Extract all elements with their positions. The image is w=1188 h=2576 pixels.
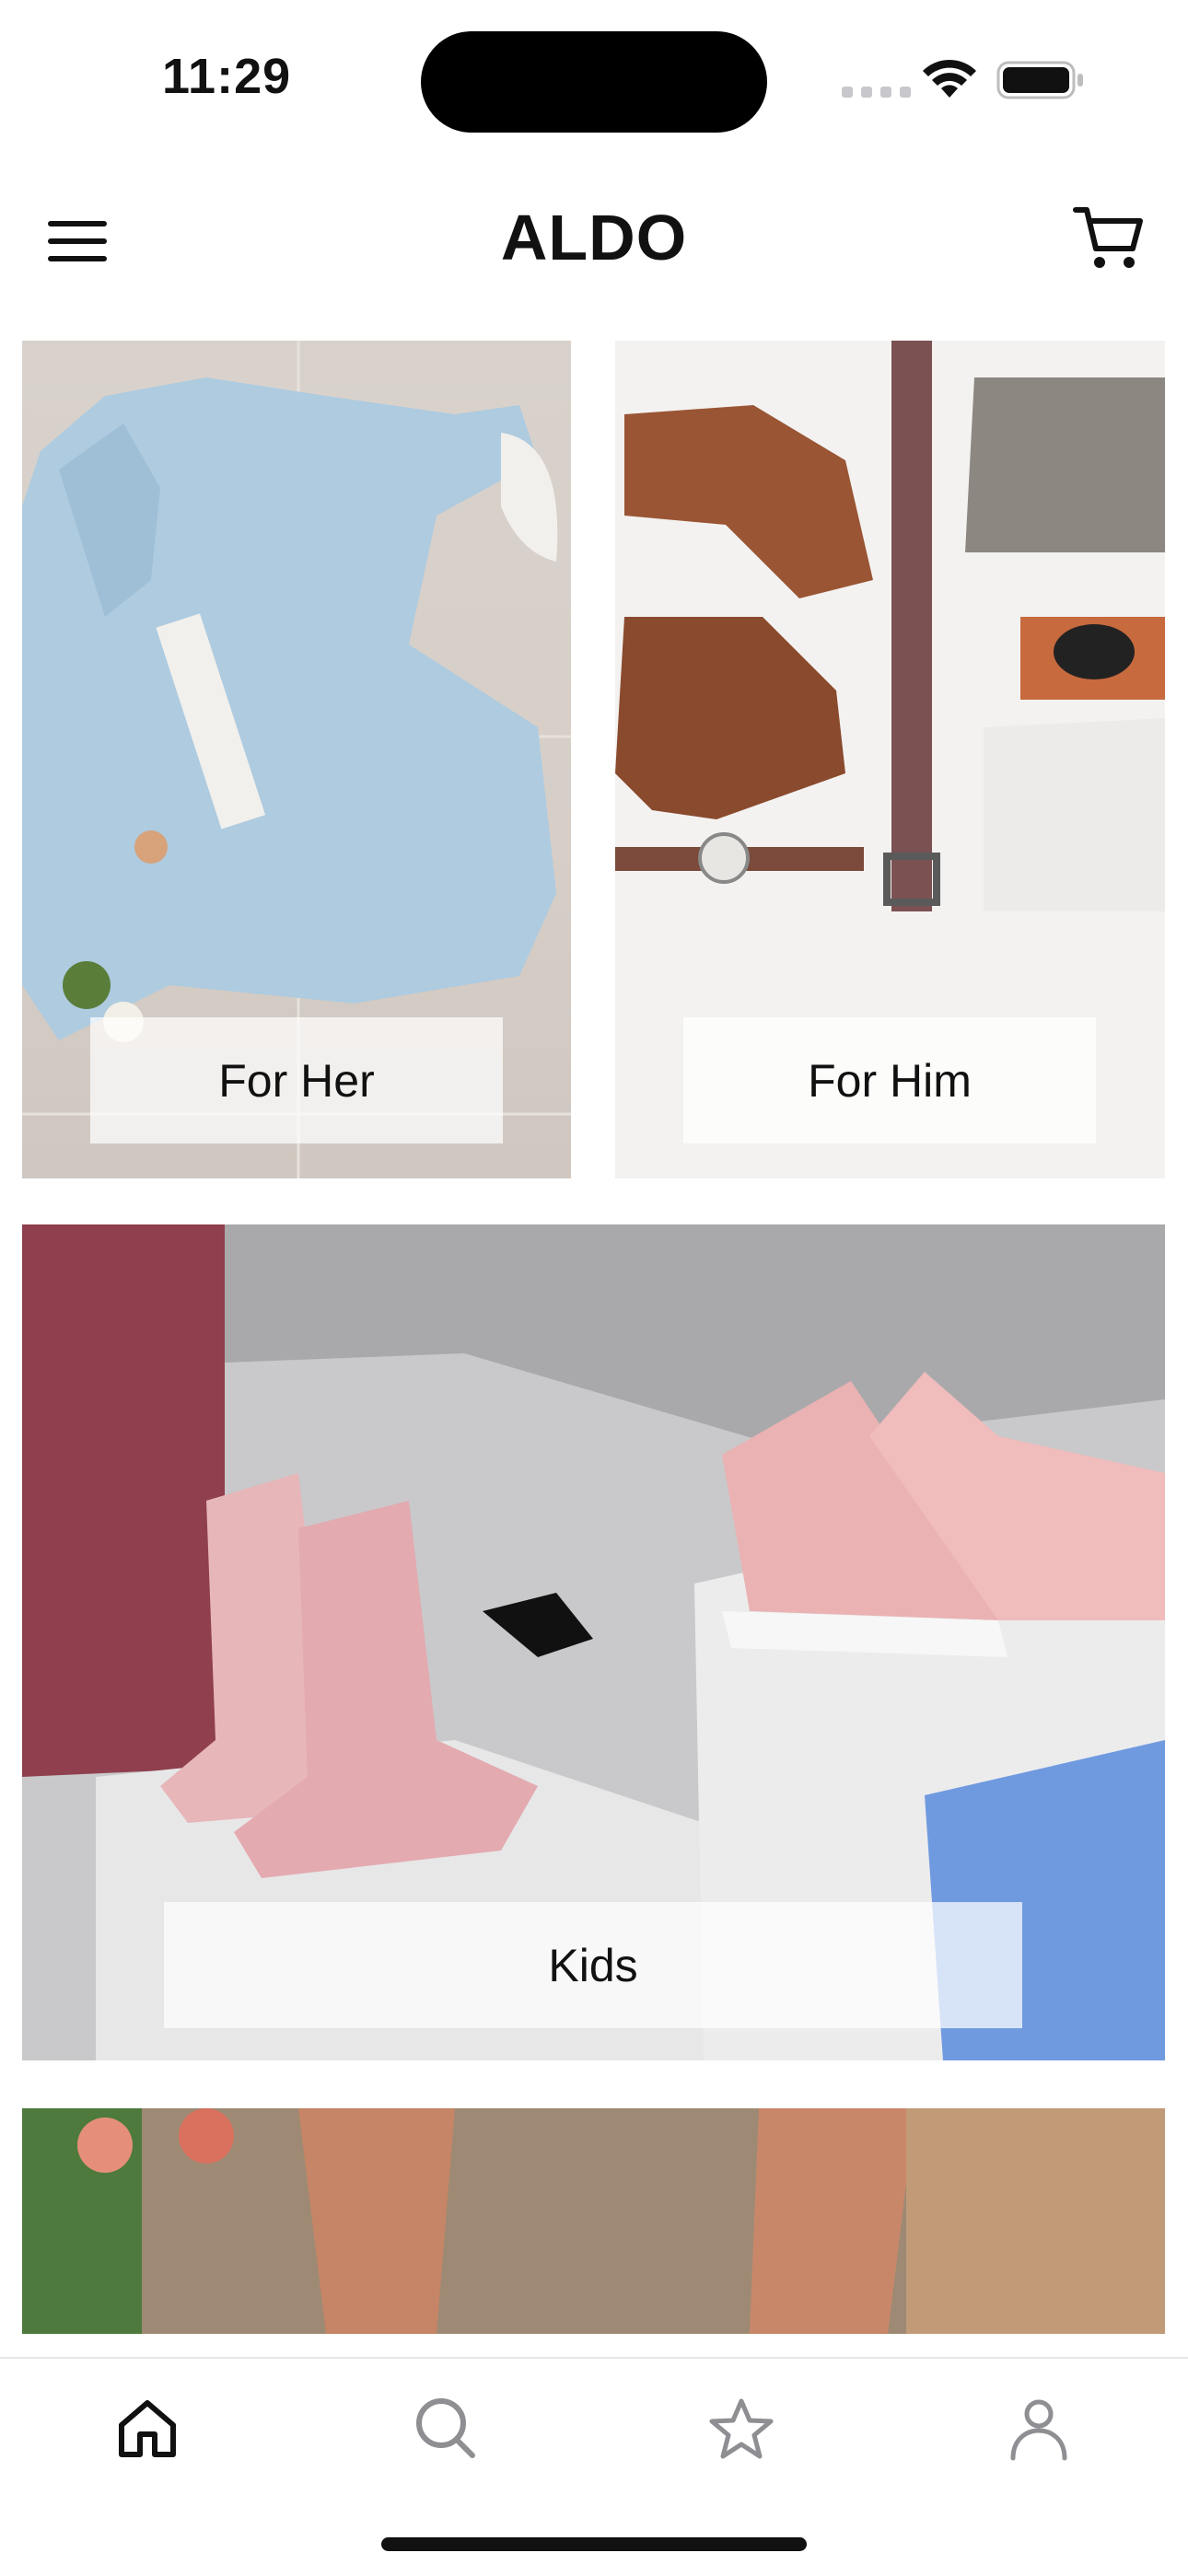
home-indicator — [381, 2537, 807, 2551]
tile-partial-image — [22, 2108, 1165, 2334]
tile-him-label: For Him — [683, 1017, 1096, 1143]
status-bar: 11:29 — [0, 0, 1188, 157]
category-tile-her[interactable]: For Her — [22, 341, 571, 1178]
nav-home-button[interactable] — [111, 2392, 184, 2466]
brand-logo: ALDO — [500, 202, 688, 273]
status-time: 11:29 — [162, 49, 292, 104]
tile-her-label: For Her — [90, 1017, 503, 1143]
search-icon — [416, 2398, 475, 2458]
dynamic-island — [421, 31, 767, 133]
battery-icon — [996, 61, 1083, 99]
tile-kids-label: Kids — [164, 1902, 1022, 2028]
person-icon — [1010, 2399, 1067, 2461]
nav-search-button[interactable] — [408, 2392, 482, 2466]
wifi-icon — [923, 59, 976, 98]
category-tile-kids[interactable]: Kids — [22, 1224, 1165, 2060]
nav-account-button[interactable] — [1002, 2392, 1076, 2466]
home-icon — [119, 2400, 176, 2457]
star-icon — [709, 2398, 774, 2459]
category-tile-partial[interactable] — [22, 2108, 1165, 2334]
cellular-signal-icon — [842, 87, 911, 98]
nav-favorites-button[interactable] — [705, 2392, 778, 2466]
cart-icon[interactable] — [1072, 204, 1146, 273]
category-tile-him[interactable]: For Him — [615, 341, 1165, 1178]
